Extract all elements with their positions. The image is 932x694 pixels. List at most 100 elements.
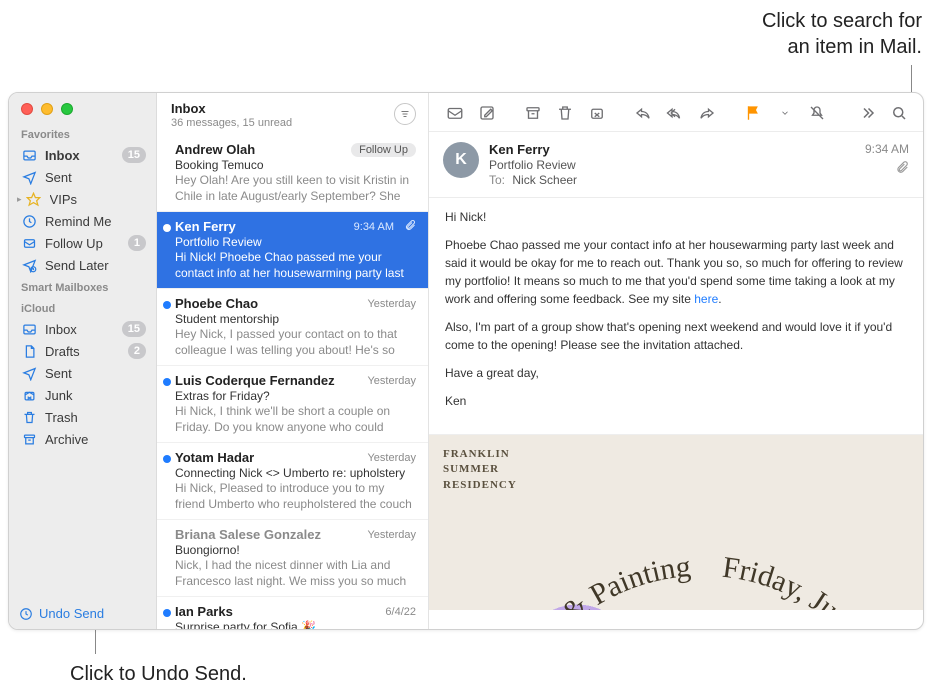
archive-icon xyxy=(21,431,37,447)
sidebar-item-label: Sent xyxy=(45,170,146,185)
junk-button[interactable] xyxy=(583,101,611,125)
minimize-window-button[interactable] xyxy=(41,103,53,115)
message-subject: Booking Temuco xyxy=(175,158,416,172)
mailbox-title: Inbox xyxy=(171,101,394,116)
sidebar-item-sent[interactable]: Sent xyxy=(9,166,156,188)
sidebar-item-label: Inbox xyxy=(45,148,114,163)
body-signature: Ken xyxy=(445,392,907,410)
sidebar-item-label: Trash xyxy=(45,410,146,425)
unread-badge: 15 xyxy=(122,147,146,163)
compose-button[interactable] xyxy=(473,101,501,125)
sidebar-item-label: Sent xyxy=(45,366,146,381)
message-preview: Nick, I had the nicest dinner with Lia a… xyxy=(175,557,416,589)
star-icon xyxy=(26,191,42,207)
sidebar-item-remind-me[interactable]: Remind Me xyxy=(9,210,156,232)
sidebar-item-label: Remind Me xyxy=(45,214,146,229)
sidebar-item-send-later[interactable]: Send Later xyxy=(9,254,156,276)
trash-icon xyxy=(21,409,37,425)
message-subject: Portfolio Review xyxy=(489,158,855,172)
followup-icon xyxy=(21,235,37,251)
avatar: K xyxy=(443,142,479,178)
delete-button[interactable] xyxy=(551,101,579,125)
sidebar-item-label: Junk xyxy=(45,388,146,403)
callout-text: Click to search for xyxy=(762,8,922,34)
sidebar-item-label: Archive xyxy=(45,432,146,447)
attachment-preview[interactable]: FRANKLIN SUMMER RESIDENCY Ceramics & Pai… xyxy=(429,434,923,610)
message-list[interactable]: Andrew OlahFollow UpBooking TemucoHey Ol… xyxy=(157,135,428,629)
message-preview: Hey Olah! Are you still keen to visit Kr… xyxy=(175,172,416,204)
sidebar-item-vips[interactable]: ▸ VIPs xyxy=(9,188,156,210)
get-mail-button[interactable] xyxy=(441,101,469,125)
sidebar-item-archive[interactable]: Archive xyxy=(9,428,156,450)
search-button[interactable] xyxy=(885,101,913,125)
sidebar-item-label: Follow Up xyxy=(45,236,120,251)
junk-icon xyxy=(21,387,37,403)
message-row[interactable]: Ken Ferry9:34 AMPortfolio ReviewHi Nick!… xyxy=(157,212,428,289)
sidebar-item-follow-up[interactable]: Follow Up 1 xyxy=(9,232,156,254)
reply-button[interactable] xyxy=(629,101,657,125)
svg-text:Ceramics & Painting Friday,: Ceramics & Painting Friday, June xyxy=(484,550,869,610)
from-name: Ken Ferry xyxy=(489,142,855,157)
to-label: To: xyxy=(489,173,505,187)
body-p1: Phoebe Chao passed me your contact info … xyxy=(445,236,907,308)
attachment-icon xyxy=(404,219,416,234)
window-controls xyxy=(9,93,156,123)
callout-search: Click to search for an item in Mail. xyxy=(762,8,922,60)
message-preview: Hi Nick, Pleased to introduce you to my … xyxy=(175,480,416,512)
unread-dot-icon xyxy=(163,455,171,463)
unread-dot-icon xyxy=(163,609,171,617)
sent-icon xyxy=(21,365,37,381)
message-preview: Hi Nick! Phoebe Chao passed me your cont… xyxy=(175,249,416,281)
message-time: 9:34 AM xyxy=(865,142,909,156)
sidebar-item-drafts[interactable]: Drafts 2 xyxy=(9,340,156,362)
message-subject: Student mentorship xyxy=(175,312,416,326)
unread-dot-icon xyxy=(163,301,171,309)
message-time: Yesterday xyxy=(367,452,416,464)
message-row[interactable]: Luis Coderque FernandezYesterdayExtras f… xyxy=(157,366,428,443)
message-header: K Ken Ferry Portfolio Review To: Nick Sc… xyxy=(429,132,923,198)
close-window-button[interactable] xyxy=(21,103,33,115)
flag-button[interactable] xyxy=(739,101,767,125)
sidebar-item-label: Send Later xyxy=(45,258,146,273)
mailbox-subtitle: 36 messages, 15 unread xyxy=(171,117,394,129)
to-line: To: Nick Scheer xyxy=(489,173,855,187)
message-row[interactable]: Briana Salese GonzalezYesterdayBuongiorn… xyxy=(157,520,428,597)
sidebar-section-favorites: Favorites xyxy=(9,123,156,144)
sidebar-item-icloud-sent[interactable]: Sent xyxy=(9,362,156,384)
sidebar-item-label: Inbox xyxy=(45,322,114,337)
message-sender: Phoebe Chao xyxy=(175,296,361,311)
archive-button[interactable] xyxy=(519,101,547,125)
send-later-icon xyxy=(21,257,37,273)
sidebar-item-trash[interactable]: Trash xyxy=(9,406,156,428)
sidebar-item-label: VIPs xyxy=(50,192,146,207)
forward-button[interactable] xyxy=(693,101,721,125)
reply-all-button[interactable] xyxy=(661,101,689,125)
callout-text: an item in Mail. xyxy=(762,34,922,60)
sidebar-item-inbox[interactable]: Inbox 15 xyxy=(9,144,156,166)
zoom-window-button[interactable] xyxy=(61,103,73,115)
message-row[interactable]: Yotam HadarYesterdayConnecting Nick <> U… xyxy=(157,443,428,520)
count-badge: 2 xyxy=(128,343,146,359)
flag-menu-button[interactable] xyxy=(771,101,799,125)
message-time: 6/4/22 xyxy=(385,606,416,618)
undo-send-icon xyxy=(19,607,33,621)
mute-button[interactable] xyxy=(803,101,831,125)
undo-send-button[interactable]: Undo Send xyxy=(19,606,104,621)
body-p2: Also, I'm part of a group show that's op… xyxy=(445,318,907,354)
message-time: Yesterday xyxy=(367,529,416,541)
sent-icon xyxy=(21,169,37,185)
unread-dot-icon xyxy=(163,378,171,386)
message-row[interactable]: Ian Parks6/4/22Surprise party for Sofia … xyxy=(157,597,428,629)
filter-button[interactable] xyxy=(394,103,416,125)
body-link[interactable]: here xyxy=(694,292,718,306)
tray-icon xyxy=(21,147,37,163)
sidebar-item-icloud-inbox[interactable]: Inbox 15 xyxy=(9,318,156,340)
more-button[interactable] xyxy=(853,101,881,125)
body-text: Phoebe Chao passed me your contact info … xyxy=(445,238,903,306)
sidebar-item-junk[interactable]: Junk xyxy=(9,384,156,406)
message-sender: Yotam Hadar xyxy=(175,450,361,465)
message-row[interactable]: Phoebe ChaoYesterdayStudent mentorshipHe… xyxy=(157,289,428,366)
to-name: Nick Scheer xyxy=(512,173,577,187)
message-body: Hi Nick! Phoebe Chao passed me your cont… xyxy=(429,198,923,430)
message-row[interactable]: Andrew OlahFollow UpBooking TemucoHey Ol… xyxy=(157,135,428,212)
